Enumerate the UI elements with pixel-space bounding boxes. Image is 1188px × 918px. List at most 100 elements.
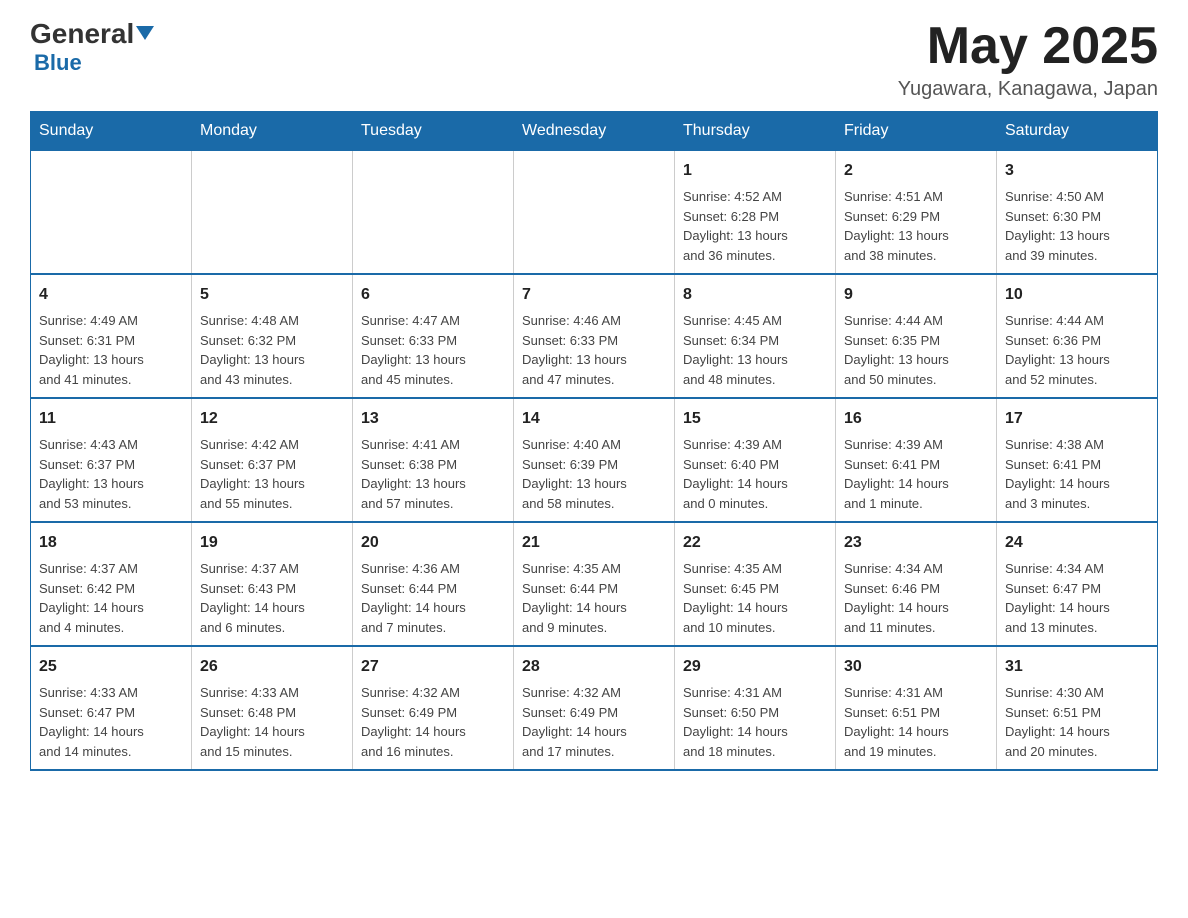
day-number: 17 (1005, 407, 1149, 431)
day-info: Sunrise: 4:45 AMSunset: 6:34 PMDaylight:… (683, 311, 827, 389)
day-info: Sunrise: 4:51 AMSunset: 6:29 PMDaylight:… (844, 187, 988, 265)
weekday-header-sunday: Sunday (31, 112, 192, 151)
calendar-cell: 24Sunrise: 4:34 AMSunset: 6:47 PMDayligh… (997, 522, 1158, 646)
day-number: 15 (683, 407, 827, 431)
day-info: Sunrise: 4:32 AMSunset: 6:49 PMDaylight:… (522, 683, 666, 761)
calendar-week-1: 1 Sunrise: 4:52 AMSunset: 6:28 PMDaylight… (31, 151, 1158, 275)
logo-triangle-icon (136, 26, 154, 40)
calendar-cell: 1 Sunrise: 4:52 AMSunset: 6:28 PMDaylight… (675, 151, 836, 275)
calendar-cell: 22Sunrise: 4:35 AMSunset: 6:45 PMDayligh… (675, 522, 836, 646)
calendar-cell (31, 151, 192, 275)
calendar-cell: 28 Sunrise: 4:32 AMSunset: 6:49 PMDayligh… (514, 646, 675, 770)
day-info: Sunrise: 4:41 AMSunset: 6:38 PMDaylight:… (361, 435, 505, 513)
day-number: 6 (361, 283, 505, 307)
day-info: Sunrise: 4:40 AMSunset: 6:39 PMDaylight:… (522, 435, 666, 513)
calendar-cell: 21Sunrise: 4:35 AMSunset: 6:44 PMDayligh… (514, 522, 675, 646)
calendar-week-2: 4 Sunrise: 4:49 AMSunset: 6:31 PMDaylight… (31, 274, 1158, 398)
day-info: Sunrise: 4:37 AMSunset: 6:42 PMDaylight:… (39, 559, 183, 637)
day-info: Sunrise: 4:43 AMSunset: 6:37 PMDaylight:… (39, 435, 183, 513)
month-title: May 2025 (898, 20, 1158, 72)
calendar-header: SundayMondayTuesdayWednesdayThursdayFrid… (31, 112, 1158, 151)
calendar-cell: 30Sunrise: 4:31 AMSunset: 6:51 PMDayligh… (836, 646, 997, 770)
day-info: Sunrise: 4:30 AMSunset: 6:51 PMDaylight:… (1005, 683, 1149, 761)
calendar-cell: 10 Sunrise: 4:44 AMSunset: 6:36 PMDayligh… (997, 274, 1158, 398)
day-number: 10 (1005, 283, 1149, 307)
calendar-cell: 6Sunrise: 4:47 AMSunset: 6:33 PMDaylight… (353, 274, 514, 398)
calendar-cell: 16Sunrise: 4:39 AMSunset: 6:41 PMDayligh… (836, 398, 997, 522)
day-info: Sunrise: 4:34 AMSunset: 6:47 PMDaylight:… (1005, 559, 1149, 637)
day-number: 31 (1005, 655, 1149, 679)
day-number: 14 (522, 407, 666, 431)
day-number: 9 (844, 283, 988, 307)
day-info: Sunrise: 4:39 AMSunset: 6:40 PMDaylight:… (683, 435, 827, 513)
day-number: 29 (683, 655, 827, 679)
day-info: Sunrise: 4:44 AMSunset: 6:35 PMDaylight:… (844, 311, 988, 389)
day-number: 25 (39, 655, 183, 679)
calendar-cell: 31 Sunrise: 4:30 AMSunset: 6:51 PMDayligh… (997, 646, 1158, 770)
calendar-cell: 27 Sunrise: 4:32 AMSunset: 6:49 PMDayligh… (353, 646, 514, 770)
day-info: Sunrise: 4:31 AMSunset: 6:51 PMDaylight:… (844, 683, 988, 761)
calendar-cell: 14 Sunrise: 4:40 AMSunset: 6:39 PMDayligh… (514, 398, 675, 522)
calendar-cell: 4 Sunrise: 4:49 AMSunset: 6:31 PMDaylight… (31, 274, 192, 398)
weekday-header-saturday: Saturday (997, 112, 1158, 151)
day-number: 3 (1005, 159, 1149, 183)
calendar-cell: 25Sunrise: 4:33 AMSunset: 6:47 PMDayligh… (31, 646, 192, 770)
day-info: Sunrise: 4:44 AMSunset: 6:36 PMDaylight:… (1005, 311, 1149, 389)
day-info: Sunrise: 4:52 AMSunset: 6:28 PMDaylight:… (683, 187, 827, 265)
weekday-header-tuesday: Tuesday (353, 112, 514, 151)
calendar-cell: 20 Sunrise: 4:36 AMSunset: 6:44 PMDayligh… (353, 522, 514, 646)
calendar-cell: 7Sunrise: 4:46 AMSunset: 6:33 PMDaylight… (514, 274, 675, 398)
day-info: Sunrise: 4:33 AMSunset: 6:48 PMDaylight:… (200, 683, 344, 761)
weekday-header-thursday: Thursday (675, 112, 836, 151)
day-number: 7 (522, 283, 666, 307)
day-number: 27 (361, 655, 505, 679)
day-info: Sunrise: 4:32 AMSunset: 6:49 PMDaylight:… (361, 683, 505, 761)
day-info: Sunrise: 4:37 AMSunset: 6:43 PMDaylight:… (200, 559, 344, 637)
day-info: Sunrise: 4:50 AMSunset: 6:30 PMDaylight:… (1005, 187, 1149, 265)
calendar-cell: 23Sunrise: 4:34 AMSunset: 6:46 PMDayligh… (836, 522, 997, 646)
day-number: 16 (844, 407, 988, 431)
day-info: Sunrise: 4:38 AMSunset: 6:41 PMDaylight:… (1005, 435, 1149, 513)
calendar-week-4: 18 Sunrise: 4:37 AMSunset: 6:42 PMDayligh… (31, 522, 1158, 646)
day-info: Sunrise: 4:48 AMSunset: 6:32 PMDaylight:… (200, 311, 344, 389)
day-number: 28 (522, 655, 666, 679)
day-info: Sunrise: 4:36 AMSunset: 6:44 PMDaylight:… (361, 559, 505, 637)
calendar-cell: 5Sunrise: 4:48 AMSunset: 6:32 PMDaylight… (192, 274, 353, 398)
day-number: 26 (200, 655, 344, 679)
weekday-header-wednesday: Wednesday (514, 112, 675, 151)
day-number: 8 (683, 283, 827, 307)
day-number: 21 (522, 531, 666, 555)
calendar-cell (353, 151, 514, 275)
calendar-cell: 3 Sunrise: 4:50 AMSunset: 6:30 PMDaylight… (997, 151, 1158, 275)
calendar-cell: 11 Sunrise: 4:43 AMSunset: 6:37 PMDayligh… (31, 398, 192, 522)
calendar-cell: 19 Sunrise: 4:37 AMSunset: 6:43 PMDayligh… (192, 522, 353, 646)
calendar-table: SundayMondayTuesdayWednesdayThursdayFrid… (30, 111, 1158, 771)
day-number: 20 (361, 531, 505, 555)
weekday-header-row: SundayMondayTuesdayWednesdayThursdayFrid… (31, 112, 1158, 151)
weekday-header-friday: Friday (836, 112, 997, 151)
calendar-cell: 29 Sunrise: 4:31 AMSunset: 6:50 PMDayligh… (675, 646, 836, 770)
day-number: 12 (200, 407, 344, 431)
logo-blue: Blue (34, 50, 82, 76)
day-number: 19 (200, 531, 344, 555)
calendar-cell: 17 Sunrise: 4:38 AMSunset: 6:41 PMDayligh… (997, 398, 1158, 522)
day-number: 11 (39, 407, 183, 431)
logo: General Blue (30, 20, 154, 76)
day-info: Sunrise: 4:35 AMSunset: 6:45 PMDaylight:… (683, 559, 827, 637)
calendar-cell (192, 151, 353, 275)
calendar-body: 1 Sunrise: 4:52 AMSunset: 6:28 PMDaylight… (31, 151, 1158, 771)
calendar-cell: 2 Sunrise: 4:51 AMSunset: 6:29 PMDaylight… (836, 151, 997, 275)
day-info: Sunrise: 4:31 AMSunset: 6:50 PMDaylight:… (683, 683, 827, 761)
page-header: General Blue May 2025 Yugawara, Kanagawa… (30, 20, 1158, 101)
day-number: 1 (683, 159, 827, 183)
calendar-cell: 15 Sunrise: 4:39 AMSunset: 6:40 PMDayligh… (675, 398, 836, 522)
day-number: 2 (844, 159, 988, 183)
calendar-cell: 9 Sunrise: 4:44 AMSunset: 6:35 PMDaylight… (836, 274, 997, 398)
day-number: 4 (39, 283, 183, 307)
calendar-cell: 8 Sunrise: 4:45 AMSunset: 6:34 PMDaylight… (675, 274, 836, 398)
calendar-cell: 12 Sunrise: 4:42 AMSunset: 6:37 PMDayligh… (192, 398, 353, 522)
day-info: Sunrise: 4:42 AMSunset: 6:37 PMDaylight:… (200, 435, 344, 513)
day-number: 18 (39, 531, 183, 555)
logo-general: General (30, 20, 154, 48)
day-info: Sunrise: 4:49 AMSunset: 6:31 PMDaylight:… (39, 311, 183, 389)
